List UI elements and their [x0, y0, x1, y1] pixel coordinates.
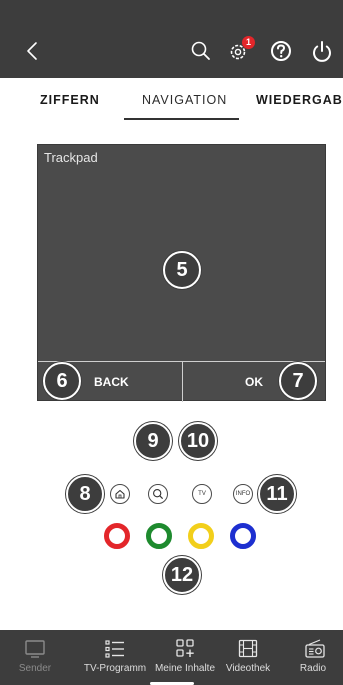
power-icon — [313, 41, 331, 62]
nav-item-meine-inhalte[interactable]: Meine Inhalte — [150, 630, 220, 685]
remote-control-screen: 1 ZIFFERN NAVIGATION WIEDERGABE Trackpad… — [0, 0, 343, 685]
home-button[interactable] — [110, 484, 130, 504]
app-header: 1 — [0, 24, 343, 78]
trackpad-label: Trackpad — [44, 150, 98, 165]
red-button[interactable] — [104, 523, 130, 549]
film-icon — [238, 639, 258, 658]
tab-ziffern[interactable]: ZIFFERN — [40, 93, 100, 107]
tab-bar: ZIFFERN NAVIGATION WIEDERGABE — [0, 78, 343, 122]
yellow-button[interactable] — [188, 523, 214, 549]
nav-item-sender[interactable]: Sender — [0, 630, 70, 685]
blue-button[interactable] — [230, 523, 256, 549]
search-remote-button[interactable] — [148, 484, 168, 504]
tab-navigation[interactable]: NAVIGATION — [142, 93, 227, 107]
nav-item-radio[interactable]: Radio — [283, 630, 343, 685]
nav-label-videothek: Videothek — [225, 663, 271, 674]
nav-item-videothek[interactable]: Videothek — [213, 630, 283, 685]
nav-item-tv-programm[interactable]: TV-Programm — [80, 630, 150, 685]
nav-label-radio: Radio — [299, 663, 327, 674]
grid-plus-icon — [176, 639, 194, 657]
trackpad-divider — [182, 362, 183, 402]
annotation-badge: 11 — [258, 475, 296, 513]
nav-label-meine-inhalte: Meine Inhalte — [154, 663, 216, 674]
annotation-badge: 12 — [163, 556, 201, 594]
back-button[interactable] — [22, 38, 46, 64]
annotation-badge: 8 — [66, 475, 104, 513]
active-tab-indicator — [124, 118, 239, 120]
notification-badge: 1 — [242, 36, 255, 49]
annotation-badge: 10 — [179, 422, 217, 460]
annotation-badge: 6 — [43, 362, 81, 400]
info-button-label: INFO — [235, 491, 251, 497]
back-key[interactable]: BACK — [94, 362, 129, 402]
tv-monitor-icon — [25, 640, 45, 658]
settings-button[interactable]: 1 — [227, 36, 255, 65]
tab-wiedergabe[interactable]: WIEDERGABE — [256, 93, 343, 107]
help-button[interactable] — [268, 37, 294, 65]
tv-button-label: TV — [198, 491, 206, 497]
ok-key[interactable]: OK — [245, 362, 263, 402]
power-button[interactable] — [309, 37, 335, 65]
info-button[interactable]: INFO — [233, 484, 253, 504]
home-icon — [115, 489, 125, 499]
nav-label-sender: Sender — [18, 663, 52, 674]
radio-icon — [305, 639, 325, 658]
tv-button[interactable]: TV — [192, 484, 212, 504]
list-icon — [105, 640, 124, 658]
back-icon — [27, 42, 37, 60]
bottom-navigation: Sender TV-Programm Meine Inhalte Videoth… — [0, 630, 343, 685]
annotation-badge: 9 — [134, 422, 172, 460]
green-button[interactable] — [146, 523, 172, 549]
status-bar — [0, 0, 343, 24]
annotation-badge: 5 — [163, 251, 201, 289]
annotation-badge: 7 — [279, 362, 317, 400]
help-icon — [271, 41, 291, 61]
search-icon — [191, 41, 210, 60]
search-icon — [153, 489, 163, 499]
search-button[interactable] — [188, 37, 214, 65]
nav-label-tv-programm: TV-Programm — [83, 663, 147, 674]
